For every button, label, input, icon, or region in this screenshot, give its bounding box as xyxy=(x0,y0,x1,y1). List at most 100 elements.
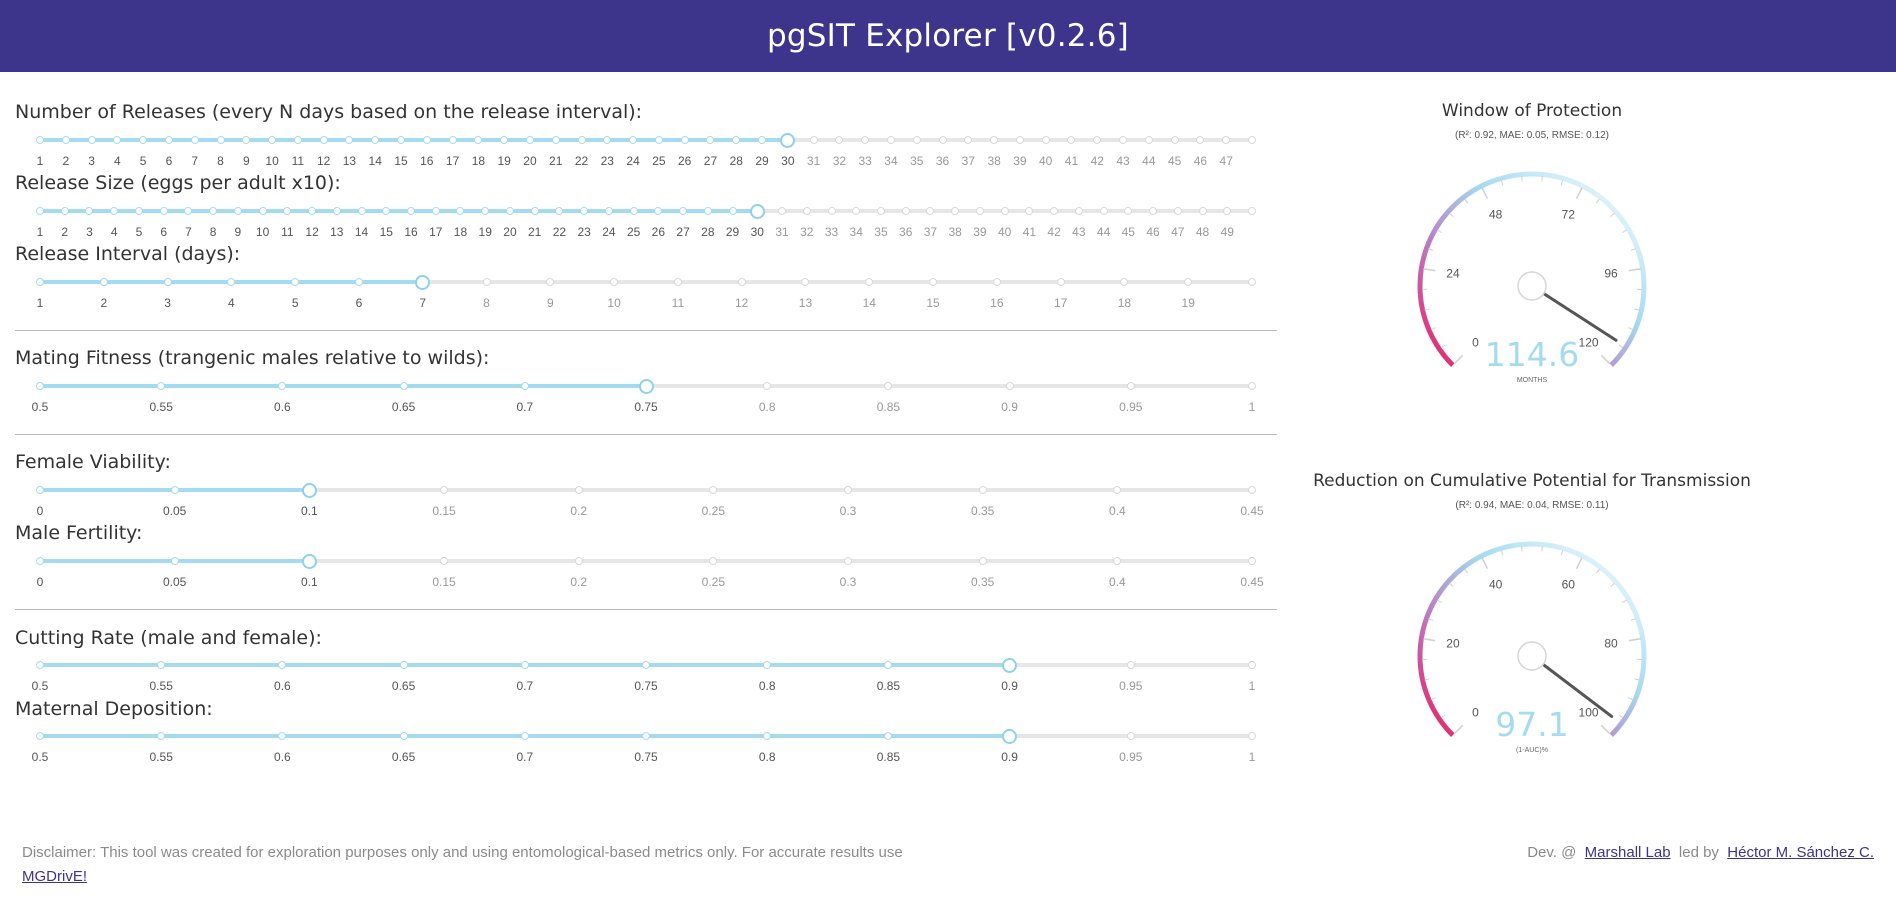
slider-handle[interactable] xyxy=(1002,728,1018,744)
gauge-tick xyxy=(1634,678,1640,681)
author-link[interactable]: Héctor M. Sánchez C. xyxy=(1727,844,1874,861)
slider-tick-label: 2 xyxy=(61,225,69,239)
slider-step-dot xyxy=(1099,207,1108,215)
slider-step-dot xyxy=(1248,278,1256,286)
slider-tick-label: 5 xyxy=(291,296,299,310)
slider-step-dot xyxy=(113,136,122,144)
slider-tick-label: 0.75 xyxy=(634,750,658,764)
slider-step-dot xyxy=(157,382,166,390)
slider-step-dot xyxy=(1120,278,1129,286)
slider-step-dot xyxy=(574,486,583,494)
gauge-tick xyxy=(1428,248,1434,251)
gauge-tick-label: 48 xyxy=(1489,208,1503,222)
slider-step-dot xyxy=(629,207,638,215)
female-viability-label: Female Viability: xyxy=(15,451,171,473)
slider-step-dot xyxy=(884,382,893,390)
slider-tick-label: 0.95 xyxy=(1119,400,1143,414)
gauge-tick xyxy=(1500,180,1504,186)
slider-step-dot xyxy=(520,382,529,390)
gauge-tick xyxy=(1610,582,1615,587)
gauge-tick xyxy=(1423,268,1436,272)
slider-tick-label: 45 xyxy=(1167,154,1182,168)
gauge-tick-label: 80 xyxy=(1604,636,1618,650)
slider-step-dot xyxy=(642,732,650,740)
slider-step-dot xyxy=(1067,136,1076,144)
slider-step-dot xyxy=(884,661,893,669)
slider-tick-label: 0.45 xyxy=(1240,504,1264,518)
slider-tick-label: 0.5 xyxy=(31,679,49,693)
slider-step-dot xyxy=(938,136,947,144)
slider-tick-label: 39 xyxy=(973,225,987,239)
slider-tick-label: 42 xyxy=(1090,154,1104,168)
gauge-tick-label: 120 xyxy=(1579,336,1599,350)
slider-step-dot xyxy=(629,136,638,144)
slider-tick-label: 26 xyxy=(651,225,666,239)
slider-tick-label: 0.6 xyxy=(274,679,291,693)
slider-handle[interactable] xyxy=(780,132,796,148)
gauge-hub xyxy=(1517,271,1547,301)
slider-tick-label: 0.8 xyxy=(758,750,776,764)
slider-handle[interactable] xyxy=(1002,657,1018,673)
slider-step-dot xyxy=(1015,136,1024,144)
slider-step-dot xyxy=(278,382,287,390)
slider-tick-label: 0.7 xyxy=(516,400,534,414)
slider-tick-label: 7 xyxy=(419,296,427,310)
slider-tick-label: 1 xyxy=(36,296,44,310)
slider-tick-label: 27 xyxy=(676,225,690,239)
slider-fill xyxy=(40,384,646,388)
slider-step-dot xyxy=(929,278,938,286)
slider-step-dot xyxy=(1005,382,1014,390)
slider-tick-label: 10 xyxy=(607,296,621,310)
gauge-tick xyxy=(1424,308,1430,311)
slider-step-dot xyxy=(36,382,44,390)
gauge-tick-label: 40 xyxy=(1489,578,1503,592)
slider-step-dot xyxy=(844,486,852,494)
male-fertility-label: Male Fertility: xyxy=(15,522,143,544)
gauge-subtitle-protection: (R²: 0.92, MAE: 0.05, RMSE: 0.12) xyxy=(1455,130,1609,141)
slider-tick-label: 15 xyxy=(394,154,408,168)
gauge-title-protection: Window of Protection xyxy=(1441,101,1623,121)
gauge-units: (1-AUC)% xyxy=(1516,747,1548,754)
slider-tick-label: 21 xyxy=(549,154,563,168)
slider-tick-label: 12 xyxy=(305,225,319,239)
gauge-tick-label: 100 xyxy=(1579,706,1599,720)
slider-step-dot xyxy=(134,207,143,215)
slider-step-dot xyxy=(209,207,218,215)
slider-tick-label: 0.85 xyxy=(876,750,901,764)
slider-tick-label: 19 xyxy=(1181,296,1195,310)
slider-tick-label: 23 xyxy=(600,154,614,168)
slider-tick-label: 46 xyxy=(1193,154,1208,168)
slider-tick-label: 8 xyxy=(209,225,217,239)
slider-step-dot xyxy=(291,278,300,286)
slider-tick-label: 35 xyxy=(910,154,924,168)
slider-handle[interactable] xyxy=(638,378,654,394)
slider-tick-label: 14 xyxy=(862,296,876,310)
marshall-lab-link[interactable]: Marshall Lab xyxy=(1585,844,1671,861)
slider-handle[interactable] xyxy=(415,274,431,290)
disclaimer: Disclaimer: This tool was created for ex… xyxy=(22,841,922,889)
mgdrive-link[interactable]: MGDrivE! xyxy=(22,868,87,885)
slider-step-dot xyxy=(278,732,287,740)
slider-tick-label: 0.9 xyxy=(1001,750,1018,764)
slider-step-dot xyxy=(1126,732,1135,740)
slider-step-dot xyxy=(1248,732,1256,740)
slider-step-dot xyxy=(728,207,737,215)
slider-tick-label: 0.4 xyxy=(1108,575,1126,589)
gauge-tick xyxy=(1622,229,1627,233)
slider-handle[interactable] xyxy=(749,203,765,219)
slider-handle[interactable] xyxy=(301,553,317,569)
slider-step-dot xyxy=(604,207,613,215)
slider-handle[interactable] xyxy=(301,482,317,498)
gauge-tick-label: 0 xyxy=(1472,706,1479,720)
gauge-tick xyxy=(1575,557,1583,570)
slider-step-dot xyxy=(901,207,910,215)
slider-tick-label: 1 xyxy=(1248,679,1256,693)
slider-step-dot xyxy=(371,136,380,144)
slider-tick-label: 11 xyxy=(671,296,685,310)
slider-step-dot xyxy=(530,207,539,215)
slider-step-dot xyxy=(706,136,715,144)
slider-step-dot xyxy=(951,207,960,215)
slider-step-dot xyxy=(36,136,44,144)
mating-fitness-label: Mating Fitness (trangenic males relative… xyxy=(15,347,490,369)
slider-step-dot xyxy=(1248,486,1256,494)
